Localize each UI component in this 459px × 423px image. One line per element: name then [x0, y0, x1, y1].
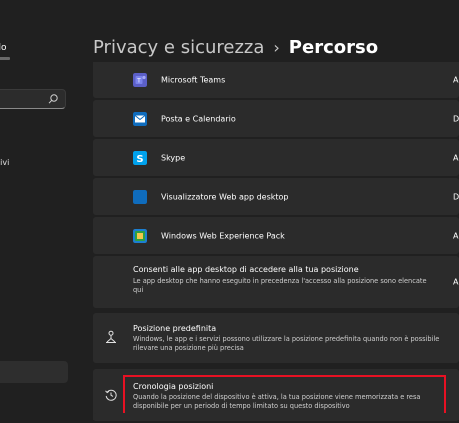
breadcrumb-separator: › [273, 37, 280, 57]
app-name: Windows Web Experience Pack [161, 231, 285, 240]
breadcrumb: Privacy e sicurezza › Percorso [93, 32, 378, 62]
breadcrumb-parent[interactable]: Privacy e sicurezza [93, 37, 264, 58]
app-name: Posta e Calendario [161, 114, 236, 123]
app-name: Skype [161, 153, 186, 162]
app-row-web-experience[interactable]: Windows Web Experience Pack A [93, 217, 459, 254]
web-experience-icon [133, 228, 147, 243]
svg-text:S: S [136, 154, 143, 165]
app-toggle-state[interactable]: A [453, 76, 458, 85]
teams-icon: T [133, 73, 147, 87]
mail-icon [133, 111, 147, 126]
desktop-apps-title: Consenti alle app desktop di accedere al… [133, 265, 359, 274]
settings-list: T Microsoft Teams A Posta e Calendario D… [93, 62, 459, 423]
default-location-title: Posizione predefinita [133, 324, 217, 333]
location-person-icon [106, 330, 116, 343]
app-toggle-state[interactable]: D [453, 192, 459, 201]
svg-text:T: T [136, 78, 141, 85]
app-row-skype[interactable]: S Skype A [93, 139, 459, 176]
app-row-web-viewer[interactable]: Visualizzatore Web app desktop D [93, 178, 459, 215]
desktop-apps-row[interactable]: Consenti alle app desktop di accedere al… [93, 256, 459, 308]
skype-icon: S [133, 150, 147, 165]
profile-subtitle [0, 57, 10, 60]
search-icon [48, 94, 58, 104]
default-location-row[interactable]: Posizione predefinita Windows, le app e … [93, 313, 459, 363]
profile-name: llo [0, 43, 7, 53]
sidebar: llo tivi [0, 0, 80, 420]
desktop-apps-description: Le app desktop che hanno eseguito in pre… [133, 277, 427, 294]
app-row-teams[interactable]: T Microsoft Teams A [93, 62, 459, 98]
search-input[interactable] [0, 89, 66, 109]
sidebar-item-partial[interactable]: tivi [0, 158, 9, 167]
app-name: Microsoft Teams [161, 75, 226, 85]
highlight-box [123, 375, 446, 415]
sidebar-item-selected[interactable] [0, 361, 68, 383]
next-row-partial[interactable] [93, 413, 459, 420]
app-toggle-state[interactable]: D [453, 114, 459, 123]
web-app-icon [133, 189, 147, 204]
app-toggle-state[interactable]: A [453, 153, 458, 162]
app-row-mail[interactable]: Posta e Calendario D [93, 100, 459, 137]
desktop-apps-toggle-state[interactable]: A [453, 278, 458, 287]
app-toggle-state[interactable]: A [453, 231, 458, 240]
page-title: Percorso [288, 36, 379, 58]
default-location-description: Windows, le app e i servizi possono util… [133, 335, 440, 352]
history-icon [105, 389, 117, 401]
app-name: Visualizzatore Web app desktop [161, 192, 289, 201]
